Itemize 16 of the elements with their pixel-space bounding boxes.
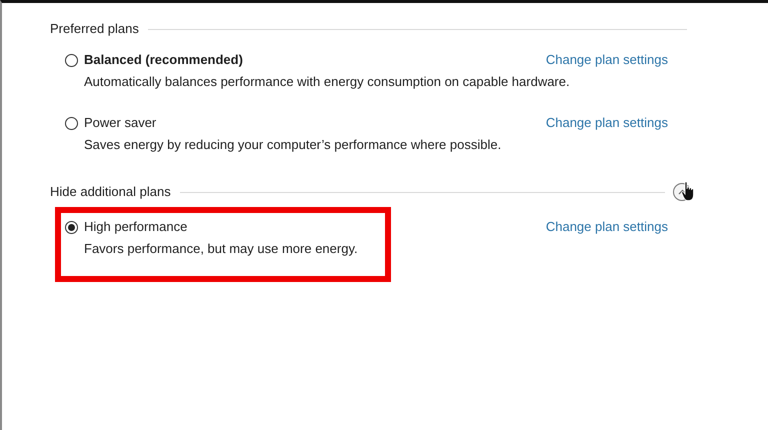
radio-button[interactable] xyxy=(65,54,78,66)
change-plan-settings-link[interactable]: Change plan settings xyxy=(546,115,668,131)
change-plan-settings-link[interactable]: Change plan settings xyxy=(546,219,668,235)
section-heading: Preferred plans xyxy=(50,20,139,38)
plan-radio[interactable]: Power saver xyxy=(65,115,306,131)
plan-radio[interactable]: High performance xyxy=(65,219,358,235)
plan-description: Automatically balances performance with energy consumption on capable hardware. xyxy=(84,73,570,91)
radio-button[interactable] xyxy=(65,220,78,234)
hand-cursor-icon xyxy=(681,181,696,202)
plan-description: Favors performance, but may use more energy. xyxy=(84,240,358,258)
radio-button[interactable] xyxy=(65,116,78,130)
plan-radio[interactable]: Balanced (recommended) xyxy=(65,52,306,68)
section-heading: Hide additional plans xyxy=(50,183,171,201)
change-plan-settings-link[interactable]: Change plan settings xyxy=(546,52,668,68)
plan-description: Saves energy by reducing your computer’s performance where possible. xyxy=(84,136,502,154)
caret-icon xyxy=(678,189,686,195)
